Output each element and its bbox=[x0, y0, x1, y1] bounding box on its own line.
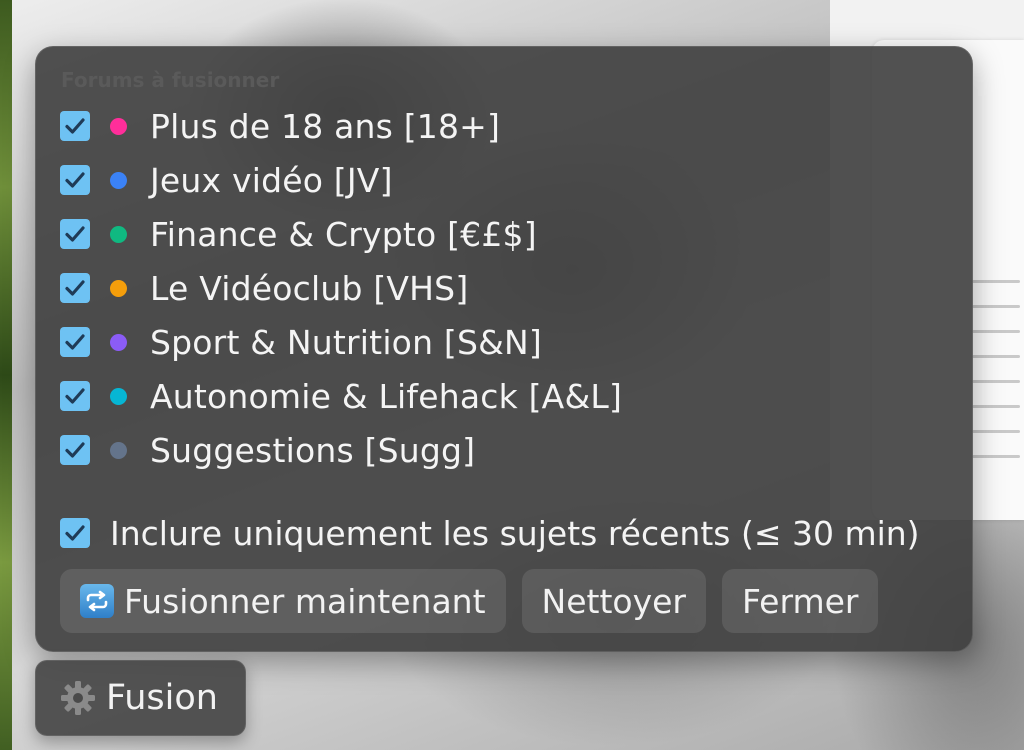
forum-label: Jeux vidéo [JV] bbox=[150, 160, 393, 200]
background-text-lines bbox=[972, 280, 1020, 480]
background-photo-strip bbox=[0, 0, 12, 750]
clean-label: Nettoyer bbox=[541, 581, 686, 621]
close-label: Fermer bbox=[742, 581, 859, 621]
forum-color-dot bbox=[110, 225, 127, 243]
forum-label: Autonomie & Lifehack [A&L] bbox=[150, 376, 623, 416]
forum-checkbox[interactable] bbox=[60, 165, 90, 195]
close-button[interactable]: Fermer bbox=[722, 569, 879, 633]
clean-button[interactable]: Nettoyer bbox=[521, 569, 706, 633]
forum-option[interactable]: Suggestions [Sugg] bbox=[60, 423, 622, 477]
forum-option[interactable]: Jeux vidéo [JV] bbox=[60, 153, 622, 207]
forum-option[interactable]: Autonomie & Lifehack [A&L] bbox=[60, 369, 622, 423]
forum-checkbox[interactable] bbox=[60, 435, 90, 465]
forum-color-dot bbox=[110, 171, 127, 189]
panel-title: Forums à fusionner bbox=[61, 68, 280, 92]
recent-only-option[interactable]: Inclure uniquement les sujets récents (≤… bbox=[60, 513, 920, 553]
forum-checkbox[interactable] bbox=[60, 111, 90, 141]
forum-color-dot bbox=[110, 387, 127, 405]
fusion-toggle-button[interactable]: Fusion bbox=[35, 660, 246, 736]
forum-label: Sport & Nutrition [S&N] bbox=[150, 322, 542, 362]
recent-only-label: Inclure uniquement les sujets récents (≤… bbox=[110, 513, 920, 553]
forum-color-dot bbox=[110, 441, 127, 459]
forum-list: Plus de 18 ans [18+] Jeux vidéo [JV] Finan… bbox=[60, 99, 622, 477]
forum-color-dot bbox=[110, 117, 127, 135]
forum-checkbox[interactable] bbox=[60, 273, 90, 303]
gear-icon bbox=[61, 681, 95, 715]
forum-label: Plus de 18 ans [18+] bbox=[150, 106, 501, 146]
fusion-label: Fusion bbox=[106, 678, 218, 718]
forum-option[interactable]: Finance & Crypto [€£$] bbox=[60, 207, 622, 261]
merge-now-button[interactable]: Fusionner maintenant bbox=[60, 569, 506, 633]
merge-forums-panel: Forums à fusionner Plus de 18 ans [18+] J… bbox=[35, 46, 973, 652]
forum-checkbox[interactable] bbox=[60, 381, 90, 411]
forum-option[interactable]: Le Vidéoclub [VHS] bbox=[60, 261, 622, 315]
forum-checkbox[interactable] bbox=[60, 327, 90, 357]
forum-option[interactable]: Sport & Nutrition [S&N] bbox=[60, 315, 622, 369]
merge-now-label: Fusionner maintenant bbox=[124, 581, 486, 621]
forum-label: Suggestions [Sugg] bbox=[150, 430, 476, 470]
forum-label: Finance & Crypto [€£$] bbox=[150, 214, 537, 254]
forum-color-dot bbox=[110, 279, 127, 297]
panel-actions: Fusionner maintenant Nettoyer Fermer bbox=[60, 569, 879, 633]
forum-option[interactable]: Plus de 18 ans [18+] bbox=[60, 99, 622, 153]
forum-checkbox[interactable] bbox=[60, 219, 90, 249]
forum-color-dot bbox=[110, 333, 127, 351]
repeat-icon bbox=[80, 584, 114, 618]
forum-label: Le Vidéoclub [VHS] bbox=[150, 268, 469, 308]
recent-only-checkbox[interactable] bbox=[60, 518, 90, 548]
